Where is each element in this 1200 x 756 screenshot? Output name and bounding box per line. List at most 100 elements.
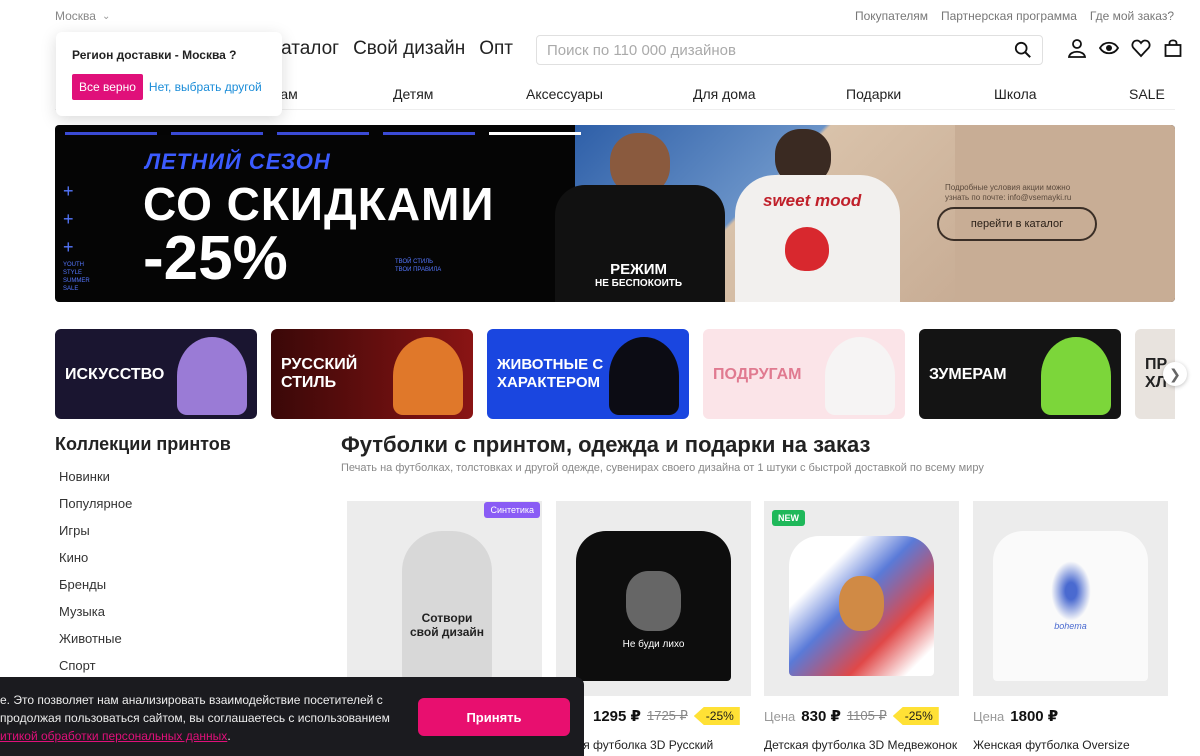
category-tile-art[interactable]: ИСКУССТВО [55, 329, 257, 419]
product-card[interactable]: Синтетика Сотвори свой дизайн [347, 501, 542, 696]
hero-banner[interactable]: + + + YOUTH STYLE SUMMER SALE ЛЕТНИЙ СЕЗОН … [55, 125, 1175, 302]
link-where-order[interactable]: Где мой заказ? [1090, 9, 1174, 23]
header-icons [1067, 38, 1183, 58]
catnav-gifts[interactable]: Подарки [846, 86, 901, 102]
price-label: Цена [764, 708, 796, 724]
heart-icon[interactable] [1131, 38, 1151, 58]
cat-icon [609, 337, 679, 415]
nav-own-design[interactable]: Свой дизайн [353, 38, 465, 60]
top-links: Покупателям Партнерская программа Где мо… [855, 9, 1174, 23]
collection-item[interactable]: Спорт [55, 652, 231, 679]
cookie-text: е. Это позволяет нам анализировать взаим… [0, 693, 390, 743]
discount-badge: -25% [892, 707, 939, 725]
region-question: Регион доставки - Москва ? [72, 48, 237, 62]
cookie-banner: е. Это позволяет нам анализировать взаим… [0, 677, 584, 756]
collection-item[interactable]: Новинки [55, 463, 231, 490]
chevron-down-icon: ⌄ [101, 10, 111, 22]
region-change-link[interactable]: Нет, выбрать другой [149, 80, 262, 94]
chevron-right-icon[interactable]: ❯ [1163, 362, 1187, 386]
banner-discount: -25% [143, 224, 288, 293]
banner-note: Подробные условия акции можно узнать по п… [945, 183, 1072, 202]
plus-icon: + [63, 181, 74, 201]
eye-icon[interactable] [1098, 38, 1120, 58]
collections-sidebar: Коллекции принтов Новинки Популярное Игр… [55, 434, 231, 679]
plus-icon: + [63, 237, 74, 257]
city-label: Москва [55, 9, 96, 23]
search-input[interactable] [547, 41, 1014, 59]
plus-icon: + [63, 209, 74, 229]
catnav-kids[interactable]: Детям [393, 86, 433, 102]
product-name[interactable]: Детская футболка 3D Медвежонок [764, 738, 957, 752]
search-box [536, 35, 1043, 65]
region-popup: Регион доставки - Москва ? Все верно Нет… [56, 32, 282, 116]
teddy-icon [839, 576, 884, 631]
category-tile-zoomers[interactable]: ЗУМЕРАМ [919, 329, 1121, 419]
category-tile-animals[interactable]: ЖИВОТНЫЕ С ХАРАКТЕРОМ [487, 329, 689, 419]
page-subtitle: Печать на футболках, толстовках и другой… [341, 462, 984, 474]
product-card[interactable]: Не буди лихо [556, 501, 751, 696]
top-bar: Москва ⌄ Покупателям Партнерская програм… [0, 0, 1200, 32]
collections-title: Коллекции принтов [55, 434, 231, 454]
collection-item[interactable]: Популярное [55, 490, 231, 517]
banner-kicker: ЛЕТНИЙ СЕЗОН [145, 149, 331, 174]
page-title: Футболки с принтом, одежда и подарки на … [341, 432, 871, 457]
collection-item[interactable]: Кино [55, 544, 231, 571]
flower-icon [1051, 561, 1091, 621]
product-card[interactable]: bohema [973, 501, 1168, 696]
catnav-accessories[interactable]: Аксессуары [526, 86, 603, 102]
catnav-home[interactable]: Для дома [693, 86, 756, 102]
product-print: bohema [1054, 621, 1087, 631]
category-tile-friends[interactable]: ПОДРУГАМ [703, 329, 905, 419]
model-tshirt-black: РЕЖИМ НЕ БЕСПОКОИТЬ [555, 185, 725, 302]
collection-item[interactable]: Животные [55, 625, 231, 652]
privacy-policy-link[interactable]: итикой обработки персональных данных [0, 729, 227, 743]
product-price-row: 1295 ₽ 1725 ₽ -25% [593, 707, 740, 725]
main-nav: Каталог Свой дизайн Опт [270, 38, 513, 60]
zoomer-icon [1041, 337, 1111, 415]
collection-item[interactable]: Игры [55, 517, 231, 544]
strawberry-icon [785, 227, 829, 271]
nav-wholesale[interactable]: Опт [479, 38, 513, 60]
product-price: 830 ₽ [801, 708, 841, 725]
category-tiles: ИСКУССТВО РУССКИЙ СТИЛЬ ЖИВОТНЫЕ С ХАРАК… [55, 329, 1175, 419]
product-image [402, 531, 492, 681]
product-print: Не буди лихо [622, 639, 685, 650]
region-confirm-button[interactable]: Все верно [72, 74, 143, 100]
slide-indicator[interactable] [383, 132, 475, 135]
product-card[interactable]: NEW [764, 501, 959, 696]
slide-indicator[interactable] [65, 132, 157, 135]
banner-tagline: ТВОЙ СТИЛЬ ТВОИ ПРАВИЛА [395, 259, 442, 273]
product-name[interactable]: Женская футболка Oversize [973, 738, 1130, 752]
city-selector[interactable]: Москва ⌄ [55, 9, 110, 23]
girl-icon [393, 337, 463, 415]
new-badge: NEW [772, 510, 805, 526]
banner-youth-text: YOUTH STYLE SUMMER SALE [63, 262, 90, 292]
collection-item[interactable]: Бренды [55, 571, 231, 598]
catnav-sale[interactable]: SALE [1129, 86, 1165, 102]
discount-badge: -25% [693, 707, 740, 725]
product-print: Сотвори свой дизайн [409, 611, 485, 639]
bear-icon [626, 571, 681, 631]
statue-icon [177, 337, 247, 415]
user-icon[interactable] [1067, 38, 1087, 58]
product-old-price: 1105 ₽ [846, 708, 887, 723]
product-price: 1295 ₽ [593, 708, 641, 725]
link-partners[interactable]: Партнерская программа [941, 9, 1077, 23]
catnav-school[interactable]: Школа [994, 86, 1037, 102]
search-icon[interactable] [1014, 41, 1032, 59]
slide-indicator[interactable] [171, 132, 263, 135]
banner-progress [65, 132, 581, 135]
price-label: Цена [973, 708, 1005, 724]
bag-icon[interactable] [1163, 38, 1183, 58]
slide-indicator[interactable] [277, 132, 369, 135]
product-name[interactable]: ская футболка 3D Русский [565, 738, 713, 752]
category-tile-russian[interactable]: РУССКИЙ СТИЛЬ [271, 329, 473, 419]
banner-cta-button[interactable]: перейти в каталог [937, 207, 1097, 241]
collection-item[interactable]: Музыка [55, 598, 231, 625]
mice-icon [825, 337, 895, 415]
cookie-accept-button[interactable]: Принять [418, 698, 570, 736]
slide-indicator-active[interactable] [489, 132, 581, 135]
product-price-row: Цена 1800 ₽ [973, 707, 1058, 725]
product-price: 1800 ₽ [1010, 708, 1059, 725]
link-buyers[interactable]: Покупателям [855, 9, 928, 23]
